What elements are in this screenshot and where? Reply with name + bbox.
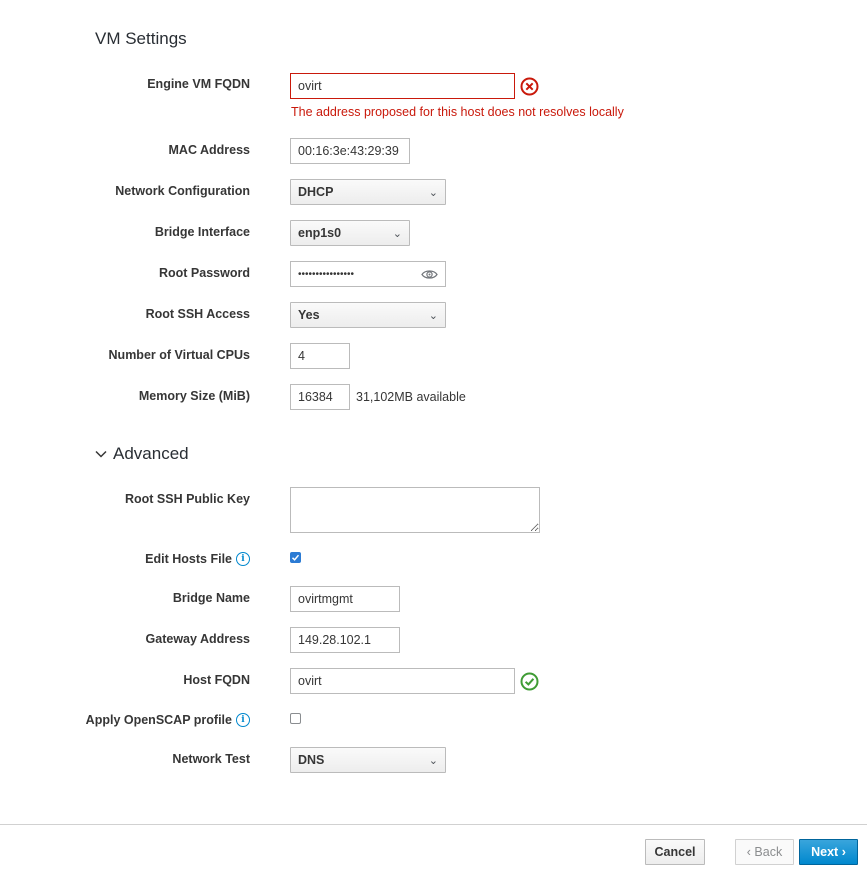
root-ssh-access-select[interactable]: Yes ⌄ xyxy=(290,302,446,328)
chevron-down-icon: ⌄ xyxy=(428,754,438,767)
openscap-label-row: Apply OpenSCAP profile i xyxy=(86,713,250,727)
checkmark-icon xyxy=(291,554,300,561)
chevron-down-icon: ⌄ xyxy=(428,186,438,199)
info-icon[interactable]: i xyxy=(236,713,250,727)
root-password-input[interactable]: •••••••••••••••• xyxy=(290,261,446,287)
vcpus-label: Number of Virtual CPUs xyxy=(108,348,250,362)
info-icon[interactable]: i xyxy=(236,552,250,566)
edit-hosts-file-label: Edit Hosts File xyxy=(145,552,232,566)
edit-hosts-file-label-row: Edit Hosts File i xyxy=(145,552,250,566)
error-icon xyxy=(520,77,539,96)
gateway-address-label: Gateway Address xyxy=(145,632,250,646)
memory-label: Memory Size (MiB) xyxy=(138,389,250,403)
openscap-checkbox[interactable] xyxy=(290,713,301,724)
engine-fqdn-error: The address proposed for this host does … xyxy=(291,105,624,119)
vcpus-input[interactable] xyxy=(290,343,350,369)
bridge-interface-value: enp1s0 xyxy=(298,226,342,240)
advanced-title: Advanced xyxy=(113,444,189,463)
ssh-public-key-textarea[interactable] xyxy=(290,487,540,533)
advanced-toggle[interactable]: Advanced xyxy=(95,444,189,464)
root-password-value: •••••••••••••••• xyxy=(298,268,355,280)
network-config-value: DHCP xyxy=(298,185,334,199)
host-fqdn-label: Host FQDN xyxy=(183,673,250,687)
host-fqdn-input[interactable] xyxy=(290,668,515,694)
cancel-button[interactable]: Cancel xyxy=(645,839,705,865)
bridge-interface-label: Bridge Interface xyxy=(154,225,250,239)
bridge-name-input[interactable] xyxy=(290,586,400,612)
mac-address-input[interactable] xyxy=(290,138,410,164)
memory-input[interactable] xyxy=(290,384,350,410)
ssh-public-key-label: Root SSH Public Key xyxy=(124,492,250,506)
edit-hosts-file-checkbox[interactable] xyxy=(290,552,301,563)
mac-address-label: MAC Address xyxy=(168,143,251,157)
chevron-down-icon: ⌄ xyxy=(392,227,402,240)
eye-icon[interactable] xyxy=(421,269,438,280)
network-config-select[interactable]: DHCP ⌄ xyxy=(290,179,446,205)
network-test-value: DNS xyxy=(298,753,325,767)
chevron-down-icon: ⌄ xyxy=(428,309,438,322)
next-button[interactable]: Next › xyxy=(799,839,858,865)
bridge-interface-select[interactable]: enp1s0 ⌄ xyxy=(290,220,410,246)
check-circle-icon xyxy=(520,672,539,691)
footer-divider xyxy=(0,824,867,825)
back-button[interactable]: ‹ Back xyxy=(735,839,794,865)
root-password-label: Root Password xyxy=(159,266,250,280)
vm-settings-title: VM Settings xyxy=(95,29,187,48)
network-test-label: Network Test xyxy=(172,752,250,766)
engine-fqdn-label: Engine VM FQDN xyxy=(147,77,250,91)
network-test-select[interactable]: DNS ⌄ xyxy=(290,747,446,773)
chevron-down-icon xyxy=(95,450,107,458)
root-ssh-access-value: Yes xyxy=(298,308,320,322)
bridge-name-label: Bridge Name xyxy=(172,591,250,605)
openscap-label: Apply OpenSCAP profile xyxy=(85,713,232,727)
memory-available-text: 31,102MB available xyxy=(356,390,466,404)
network-config-label: Network Configuration xyxy=(115,184,250,198)
root-ssh-access-label: Root SSH Access xyxy=(145,307,250,321)
gateway-address-input[interactable] xyxy=(290,627,400,653)
engine-fqdn-input[interactable] xyxy=(290,73,515,99)
